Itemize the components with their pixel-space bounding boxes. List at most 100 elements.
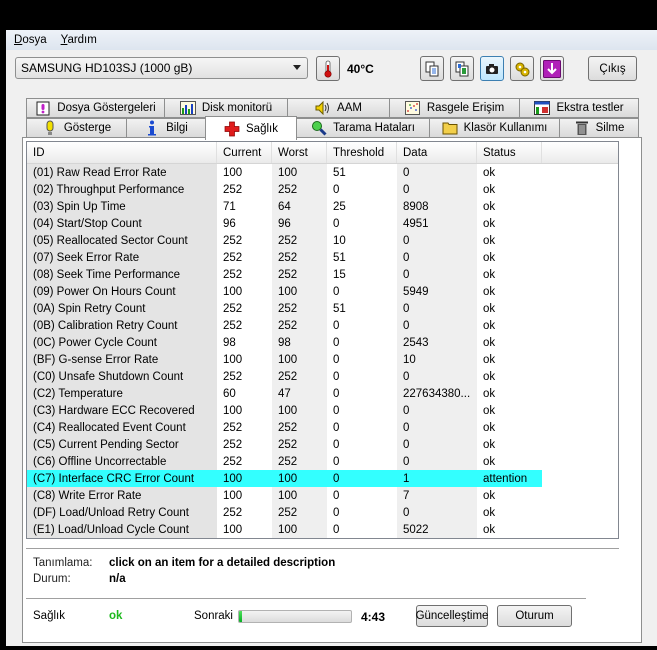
cell-status: ok — [483, 387, 496, 400]
column-header-id[interactable]: ID — [27, 142, 217, 163]
table-row[interactable]: (DF) Load/Unload Retry Count 252 252 0 0 ok — [27, 504, 618, 521]
cell-id: (C5) Current Pending Sector — [27, 436, 217, 453]
column-header-current[interactable]: Current — [217, 142, 272, 163]
table-row[interactable]: (C6) Offline Uncorrectable 252 252 0 0 ok — [27, 453, 618, 470]
copy-text-button[interactable] — [420, 56, 444, 81]
column-header-worst[interactable]: Worst — [272, 142, 327, 163]
cell-data: 4951 — [397, 215, 477, 232]
bar-chart-icon — [179, 100, 196, 116]
table-row[interactable]: (05) Reallocated Sector Count 252 252 10 0 ok — [27, 232, 618, 249]
cell-current: 60 — [223, 387, 236, 400]
cell-threshold: 15 — [333, 268, 346, 281]
cell-worst: 100 — [272, 164, 327, 181]
table-row[interactable]: (C5) Current Pending Sector 252 252 0 0 ok — [27, 436, 618, 453]
copy-image-button[interactable] — [450, 56, 474, 81]
table-row[interactable]: (C7) Interface CRC Error Count 100 100 0 1 at… — [27, 470, 618, 487]
table-row[interactable]: (C8) Write Error Rate 100 100 0 7 ok — [27, 487, 618, 504]
tab-aam[interactable]: AAM — [287, 98, 390, 118]
screenshot-button[interactable] — [480, 56, 504, 81]
menu-dosya[interactable]: Dosya — [14, 34, 47, 46]
cell-status: ok — [483, 251, 496, 264]
table-row[interactable]: (0A) Spin Retry Count 252 252 51 0 ok — [27, 300, 618, 317]
cell-filler — [542, 402, 618, 419]
cell-data: 0 — [397, 453, 477, 470]
cell-status: ok — [483, 421, 496, 434]
download-button[interactable] — [540, 56, 564, 81]
cell-current: 71 — [223, 200, 236, 213]
table-row[interactable]: (03) Spin Up Time 71 64 25 8908 ok — [27, 198, 618, 215]
tab-ekstra-testler[interactable]: Ekstra testler — [519, 98, 639, 118]
cell-data: 5949 — [397, 283, 477, 300]
exit-button[interactable]: Çıkış — [588, 56, 637, 81]
tab-disk-monitoru[interactable]: Disk monitorü — [164, 98, 288, 118]
cell-data: 0 — [397, 504, 477, 521]
cell-data: 0 — [397, 436, 477, 453]
cell-worst: 64 — [272, 198, 327, 215]
cell-status: ok — [483, 234, 496, 247]
table-row[interactable]: (C2) Temperature 60 47 0 227634380... ok — [27, 385, 618, 402]
table-row[interactable]: (02) Throughput Performance 252 252 0 0 ok — [27, 181, 618, 198]
log-button[interactable]: Oturum — [497, 605, 572, 627]
cell-status: ok — [483, 489, 496, 502]
cell-id: (05) Reallocated Sector Count — [27, 232, 217, 249]
table-row[interactable]: (0C) Power Cycle Count 98 98 0 2543 ok — [27, 334, 618, 351]
cell-filler — [542, 487, 618, 504]
table-row[interactable]: (C4) Reallocated Event Count 252 252 0 0 ok — [27, 419, 618, 436]
cell-current: 100 — [223, 523, 243, 536]
cell-threshold: 10 — [333, 234, 346, 247]
cell-worst: 252 — [272, 317, 327, 334]
refresh-button[interactable]: Güncelleştime — [416, 605, 488, 627]
cell-filler — [542, 436, 618, 453]
cell-worst: 252 — [272, 249, 327, 266]
tab-klasor-kullanimi[interactable]: Klasör Kullanımı — [429, 118, 560, 138]
table-row[interactable]: (08) Seek Time Performance 252 252 15 0 ok — [27, 266, 618, 283]
table-row[interactable]: (0B) Calibration Retry Count 252 252 0 0 ok — [27, 317, 618, 334]
copy-image-icon — [455, 61, 469, 76]
tab-tarama-hatalari[interactable]: Tarama Hataları — [296, 118, 430, 138]
cell-threshold: 0 — [333, 353, 340, 366]
table-row[interactable]: (BF) G-sense Error Rate 100 100 0 10 ok — [27, 351, 618, 368]
table-row[interactable]: (07) Seek Error Rate 252 252 51 0 ok — [27, 249, 618, 266]
options-button[interactable] — [510, 56, 534, 81]
tab-silme[interactable]: Silme — [559, 118, 639, 138]
cell-status: ok — [483, 370, 496, 383]
cell-data: 0 — [397, 266, 477, 283]
column-header-threshold[interactable]: Threshold — [327, 142, 397, 163]
table-row[interactable]: (C0) Unsafe Shutdown Count 252 252 0 0 ok — [27, 368, 618, 385]
toolbar: SAMSUNG HD103SJ (1000 gB) 40°C Çıkış — [6, 50, 657, 90]
column-header-data[interactable]: Data — [397, 142, 477, 163]
table-row[interactable]: (C3) Hardware ECC Recovered 100 100 0 0 ok — [27, 402, 618, 419]
table-row[interactable]: (E1) Load/Unload Cycle Count 100 100 0 5022 o… — [27, 521, 618, 538]
trash-icon — [574, 120, 590, 136]
tab-gosterge[interactable]: Gösterge — [26, 118, 127, 138]
cell-current: 100 — [223, 166, 243, 179]
cell-data: 1 — [397, 470, 477, 487]
smart-attributes-table[interactable]: ID Current Worst Threshold Data Status (… — [26, 141, 619, 539]
tab-bilgi[interactable]: Bilgi — [126, 118, 206, 138]
temperature-button[interactable] — [316, 56, 340, 81]
cell-data: 227634380... — [397, 385, 477, 402]
table-row[interactable]: (04) Start/Stop Count 96 96 0 4951 ok — [27, 215, 618, 232]
column-header-status[interactable]: Status — [477, 142, 542, 163]
cell-threshold: 0 — [333, 370, 340, 383]
tab-dosya-gostergeleri[interactable]: Dosya Göstergeleri — [26, 98, 165, 118]
cell-data: 0 — [397, 419, 477, 436]
cell-id: (C4) Reallocated Event Count — [27, 419, 217, 436]
cell-threshold: 0 — [333, 404, 340, 417]
table-row[interactable]: (01) Raw Read Error Rate 100 100 51 0 ok — [27, 164, 618, 181]
cell-threshold: 0 — [327, 470, 397, 487]
cell-id: (DF) Load/Unload Retry Count — [27, 504, 217, 521]
cell-threshold: 0 — [333, 438, 340, 451]
cell-threshold: 0 — [333, 285, 340, 298]
drive-select[interactable]: SAMSUNG HD103SJ (1000 gB) — [15, 57, 308, 79]
table-row[interactable]: (09) Power On Hours Count 100 100 0 5949 ok — [27, 283, 618, 300]
tab-rasgele-erisim[interactable]: Rasgele Erişim — [389, 98, 520, 118]
health-cross-icon — [224, 121, 240, 137]
cell-threshold: 0 — [333, 523, 340, 536]
menu-yardim[interactable]: Yardım — [61, 34, 97, 46]
cell-worst: 252 — [272, 419, 327, 436]
cell-status: ok — [483, 336, 496, 349]
cell-data: 0 — [397, 181, 477, 198]
cell-filler — [542, 181, 618, 198]
tab-saglik[interactable]: Sağlık — [205, 116, 297, 140]
